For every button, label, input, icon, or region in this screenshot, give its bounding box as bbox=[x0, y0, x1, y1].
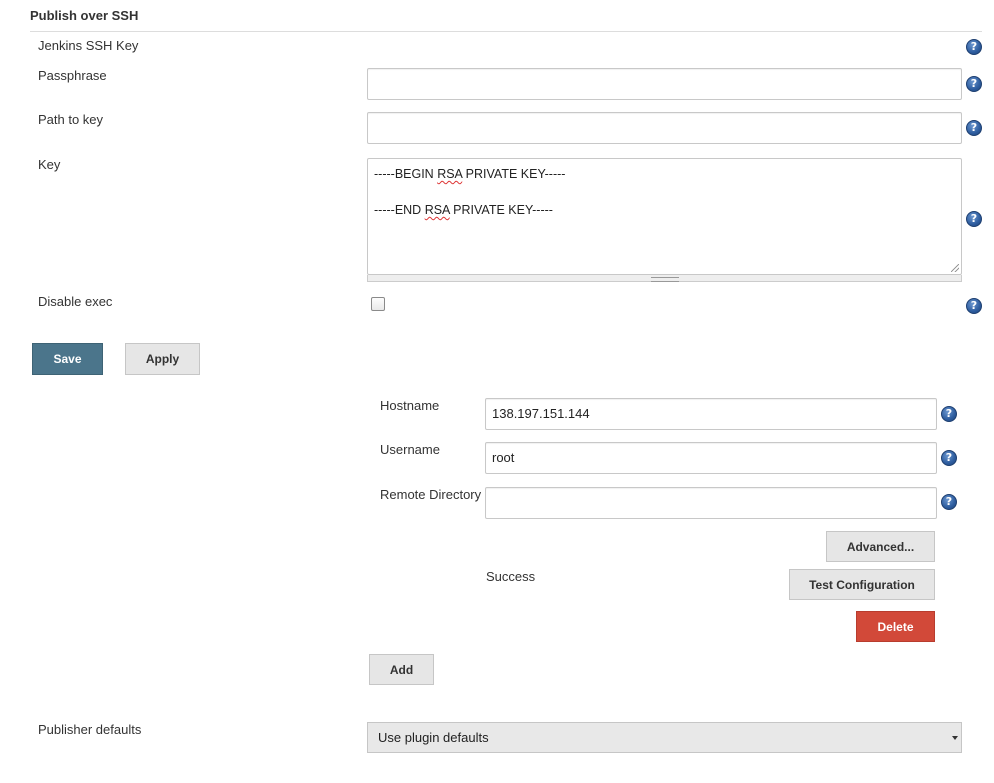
key-end-prefix: -----END bbox=[374, 203, 425, 217]
key-begin-prefix: -----BEGIN bbox=[374, 167, 438, 181]
key-end-rsa: RSA bbox=[424, 203, 450, 217]
key-label: Key bbox=[38, 157, 61, 172]
disable-exec-checkbox[interactable] bbox=[371, 297, 385, 311]
help-icon[interactable]: ? bbox=[966, 298, 982, 314]
section-title: Publish over SSH bbox=[30, 8, 139, 23]
help-icon[interactable]: ? bbox=[966, 39, 982, 55]
section-divider bbox=[30, 31, 982, 32]
help-icon[interactable]: ? bbox=[966, 211, 982, 227]
remote-directory-label: Remote Directory bbox=[380, 487, 482, 502]
username-label: Username bbox=[380, 442, 440, 457]
save-button[interactable]: Save bbox=[32, 343, 103, 375]
username-input[interactable]: root bbox=[485, 442, 937, 474]
disable-exec-label: Disable exec bbox=[38, 294, 113, 309]
key-begin-rsa: RSA bbox=[437, 167, 463, 181]
textarea-resize-handle[interactable] bbox=[367, 275, 962, 282]
chevron-down-icon bbox=[952, 736, 958, 740]
hostname-input[interactable]: 138.197.151.144 bbox=[485, 398, 937, 430]
delete-button[interactable]: Delete bbox=[856, 611, 935, 642]
key-end-suffix: PRIVATE KEY----- bbox=[449, 203, 553, 217]
help-icon[interactable]: ? bbox=[941, 494, 957, 510]
publisher-defaults-label: Publisher defaults bbox=[38, 722, 142, 737]
add-server-button[interactable]: Add bbox=[369, 654, 434, 685]
key-begin-suffix: PRIVATE KEY----- bbox=[462, 167, 566, 181]
apply-button[interactable]: Apply bbox=[125, 343, 200, 375]
key-textarea[interactable]: -----BEGIN RSA PRIVATE KEY----- -----END… bbox=[367, 158, 962, 275]
advanced-button[interactable]: Advanced... bbox=[826, 531, 935, 562]
help-icon[interactable]: ? bbox=[966, 76, 982, 92]
publisher-defaults-select[interactable]: Use plugin defaults bbox=[367, 722, 962, 753]
passphrase-input[interactable] bbox=[367, 68, 962, 100]
passphrase-label: Passphrase bbox=[38, 68, 107, 83]
hostname-label: Hostname bbox=[380, 398, 440, 413]
remote-directory-input[interactable] bbox=[485, 487, 937, 519]
publisher-defaults-value: Use plugin defaults bbox=[378, 730, 489, 745]
resize-grip-icon[interactable] bbox=[951, 264, 959, 272]
path-to-key-input[interactable] bbox=[367, 112, 962, 144]
path-to-key-label: Path to key bbox=[38, 112, 104, 127]
test-result-status: Success bbox=[486, 569, 536, 584]
help-icon[interactable]: ? bbox=[941, 406, 957, 422]
help-icon[interactable]: ? bbox=[941, 450, 957, 466]
test-configuration-button[interactable]: Test Configuration bbox=[789, 569, 935, 600]
jenkins-ssh-key-label: Jenkins SSH Key bbox=[38, 38, 139, 53]
help-icon[interactable]: ? bbox=[966, 120, 982, 136]
